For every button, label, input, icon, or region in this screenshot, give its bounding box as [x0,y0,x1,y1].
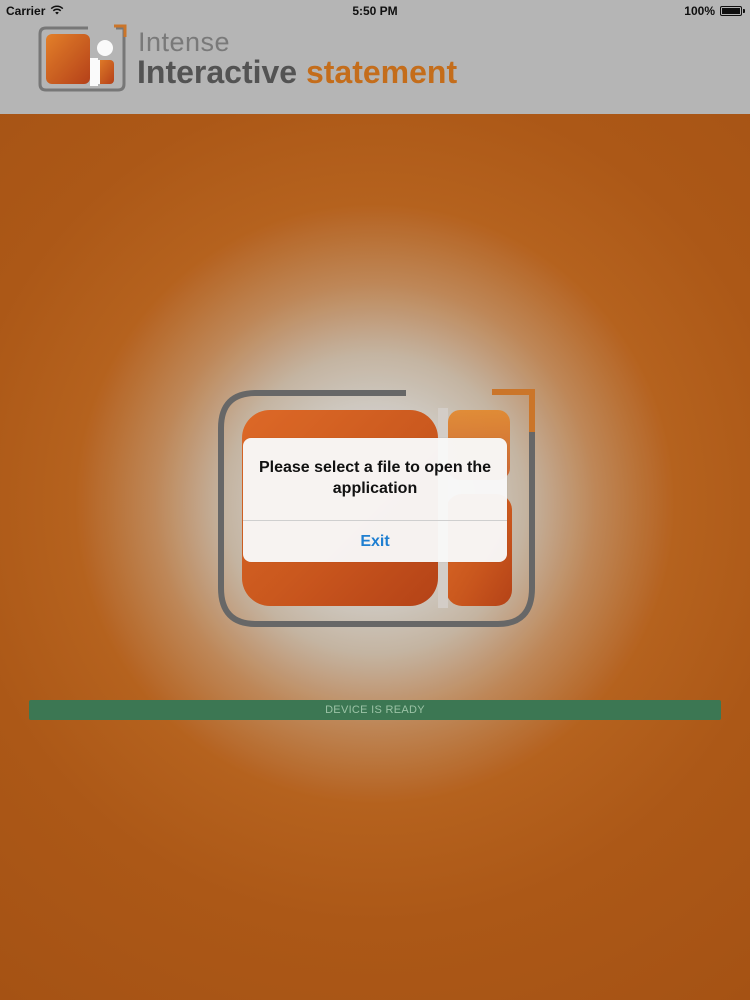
alert-dialog: Please select a file to open the applica… [243,438,507,562]
alert-message: Please select a file to open the applica… [258,459,492,497]
exit-button[interactable]: Exit [243,521,507,562]
